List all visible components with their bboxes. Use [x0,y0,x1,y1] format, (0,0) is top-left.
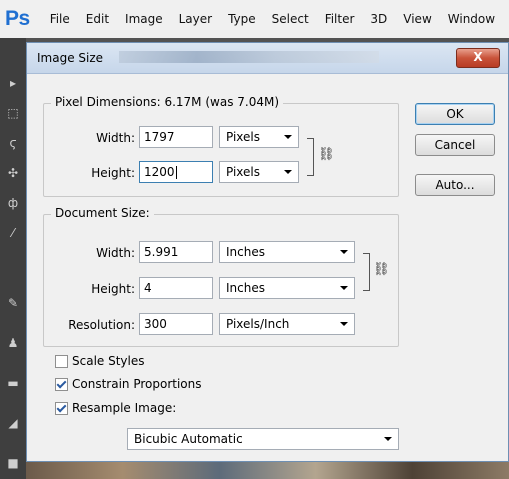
resolution-unit-select[interactable]: Pixels/Inch [219,313,355,335]
titlebar-blur [119,51,379,63]
doc-width-unit-select[interactable]: Inches [219,241,355,263]
cancel-button[interactable]: Cancel [415,134,495,156]
menu-3d[interactable]: 3D [370,12,387,26]
resolution-input[interactable]: 300 [139,313,213,335]
chevron-down-icon [284,170,292,174]
menu-select[interactable]: Select [272,12,309,26]
resample-method-select[interactable]: Bicubic Automatic [127,428,399,450]
menu-bar: Ps File Edit Image Layer Type Select Fil… [0,0,509,38]
text-caret [175,166,177,179]
resample-image-checkbox[interactable]: Resample Image: [55,401,176,415]
eraser-tool-icon[interactable]: ▬ [5,376,21,390]
photoshop-logo: Ps [5,7,30,30]
chevron-down-icon [284,135,292,139]
pixel-height-input[interactable]: 1200 [139,161,213,183]
image-size-dialog: Image Size X Pixel Dimensions: 6.17M (wa… [26,42,509,462]
pixel-dimensions-legend: Pixel Dimensions: 6.17M (was 7.04M) [51,95,284,109]
menu-image[interactable]: Image [125,12,163,26]
doc-width-label: Width: [96,246,135,260]
move-tool-icon[interactable]: ▸ [5,76,21,90]
checkbox-unchecked-icon [55,354,68,368]
doc-height-input[interactable]: 4 [139,277,213,299]
doc-width-input[interactable]: 5.991 [139,241,213,263]
pixel-height-unit: Pixels [226,165,261,179]
pixel-height-value: 1200 [144,165,175,179]
stamp-tool-icon[interactable]: ♟ [5,336,21,350]
scale-styles-label: Scale Styles [72,354,145,368]
pixel-link-bracket [307,138,314,176]
chain-link-icon: ⛓ [373,262,390,277]
pixel-width-unit-select[interactable]: Pixels [219,126,299,148]
doc-height-unit-select[interactable]: Inches [219,277,355,299]
marquee-tool-icon[interactable]: ⬚ [5,106,21,120]
pixel-width-unit: Pixels [226,130,261,144]
chevron-down-icon [340,250,348,254]
brush-tool-icon[interactable]: ✎ [5,296,21,310]
resample-method-value: Bicubic Automatic [134,432,243,446]
menu-type[interactable]: Type [228,12,256,26]
lasso-tool-icon[interactable]: ϛ [5,136,21,150]
doc-width-unit: Inches [226,245,265,259]
checkbox-checked-icon [55,401,68,415]
dialog-titlebar[interactable]: Image Size X [27,43,508,74]
menu-layer[interactable]: Layer [179,12,212,26]
document-size-legend: Document Size: [51,206,154,220]
chain-link-icon: ⛓ [318,147,335,162]
menu-filter[interactable]: Filter [325,12,355,26]
scale-styles-checkbox[interactable]: Scale Styles [55,354,145,368]
gradient-tool-icon[interactable]: ◢ [5,416,21,430]
close-button[interactable]: X [456,48,500,68]
pixel-width-input[interactable]: 1797 [139,126,213,148]
doc-height-label: Height: [91,282,135,296]
pixel-height-unit-select[interactable]: Pixels [219,161,299,183]
resolution-label: Resolution: [68,318,135,332]
eyedropper-tool-icon[interactable]: ⁄ [5,226,21,240]
checkbox-checked-icon [55,377,68,391]
pixel-height-label: Height: [91,166,135,180]
dialog-title: Image Size [37,51,104,65]
menu-file[interactable]: File [50,12,70,26]
doc-link-bracket [363,253,370,291]
crop-tool-icon[interactable]: ф [5,196,21,210]
chevron-down-icon [384,437,392,441]
resolution-unit: Pixels/Inch [226,317,290,331]
quick-select-tool-icon[interactable]: ✣ [5,166,21,180]
chevron-down-icon [340,286,348,290]
menu-edit[interactable]: Edit [86,12,109,26]
auto-button[interactable]: Auto... [415,174,495,196]
constrain-proportions-checkbox[interactable]: Constrain Proportions [55,377,202,391]
ok-button[interactable]: OK [415,103,495,125]
doc-height-unit: Inches [226,281,265,295]
menu-view[interactable]: View [403,12,431,26]
color-swatch-icon[interactable]: ■ [5,456,21,470]
chevron-down-icon [340,322,348,326]
pixel-width-label: Width: [96,131,135,145]
canvas-image [26,462,509,479]
resample-image-label: Resample Image: [72,401,177,415]
tools-panel: ▸ ⬚ ϛ ✣ ф ⁄ ✎ ♟ ▬ ◢ ■ [0,38,26,479]
menu-window[interactable]: Window [448,12,495,26]
constrain-proportions-label: Constrain Proportions [72,377,202,391]
